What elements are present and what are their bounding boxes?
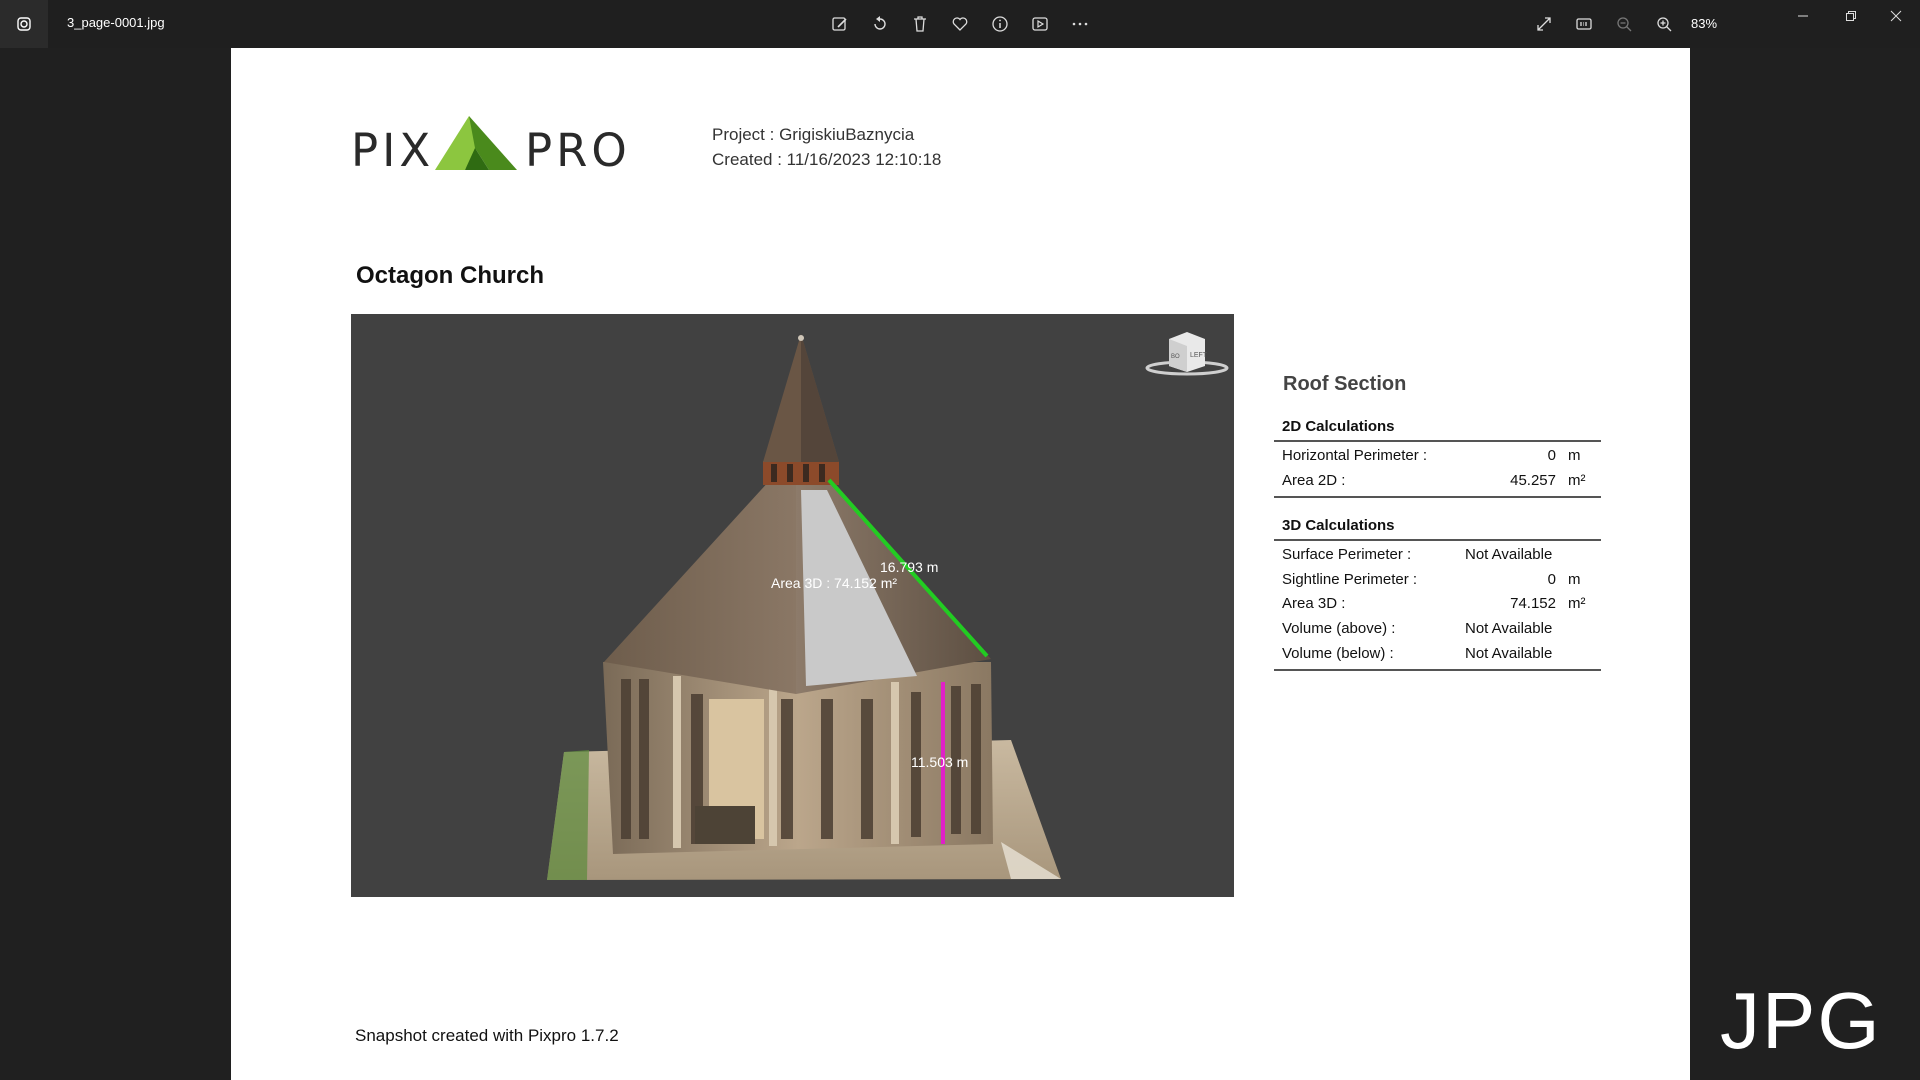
divider [1274, 440, 1601, 442]
close-button[interactable] [1876, 6, 1916, 26]
file-name: 3_page-0001.jpg [67, 15, 165, 30]
photos-app-icon [17, 17, 31, 31]
row-sightline-perimeter: Sightline Perimeter : 0 m [1282, 571, 1581, 588]
row-area-3d: Area 3D : 74.152 m² [1282, 595, 1586, 612]
church-model-image: 16.793 m Area 3D : 74.152 m² 11.503 m LE… [547, 332, 1229, 880]
edit-image-button[interactable] [824, 8, 856, 40]
full-screen-button[interactable] [1528, 8, 1560, 40]
zoom-out-button[interactable] [1608, 8, 1640, 40]
zoom-out-icon [1617, 17, 1632, 32]
favorite-icon [952, 17, 968, 31]
minimize-icon [1798, 15, 1808, 17]
delete-button[interactable] [904, 8, 936, 40]
pixpro-logo: PIX PRO [351, 110, 627, 177]
more-icon [1072, 22, 1088, 26]
format-badge: JPG [1720, 976, 1882, 1065]
divider [1274, 669, 1601, 671]
row-surface-perimeter: Surface Perimeter : Not Available [1282, 546, 1553, 563]
edit-image-icon [832, 17, 847, 31]
full-screen-icon [1537, 17, 1551, 31]
panel-title: Roof Section [1283, 373, 1407, 395]
info-icon [992, 16, 1008, 32]
slideshow-icon [1032, 17, 1048, 31]
divider [1274, 496, 1601, 498]
favorite-button[interactable] [944, 8, 976, 40]
page-title: Octagon Church [356, 262, 545, 289]
cube-face-left: LEFT [1190, 352, 1208, 359]
rotate-button[interactable] [864, 8, 896, 40]
edge-length-label: 16.793 m [880, 559, 938, 575]
zoom-level[interactable]: 83% [1691, 16, 1717, 31]
restore-icon [1846, 11, 1856, 21]
row-horizontal-perimeter: Horizontal Perimeter : 0 m [1282, 447, 1581, 464]
minimize-button[interactable] [1783, 6, 1823, 26]
document-page: PIX PRO Project : GrigiskiuBaznycia Crea… [231, 48, 1690, 1080]
area-3d-label: Area 3D : 74.152 m² [771, 575, 897, 591]
close-icon [1890, 10, 1902, 22]
model-snapshot: 16.793 m Area 3D : 74.152 m² 11.503 m LE… [351, 314, 1234, 897]
app-icon-button[interactable] [0, 0, 48, 48]
height-label: 11.503 m [911, 754, 968, 770]
delete-icon [914, 16, 926, 32]
snapshot-footer: Snapshot created with Pixpro 1.7.2 [355, 1026, 619, 1045]
actual-size-icon [1576, 18, 1592, 30]
section-3d-title: 3D Calculations [1282, 517, 1395, 534]
logo-text-right: PRO [525, 124, 631, 177]
slideshow-button[interactable] [1024, 8, 1056, 40]
restore-button[interactable] [1831, 6, 1871, 26]
project-name: Project : GrigiskiuBaznycia [712, 125, 915, 144]
row-area-2d: Area 2D : 45.257 m² [1282, 472, 1586, 489]
row-volume-above: Volume (above) : Not Available [1282, 620, 1553, 637]
project-meta: Project : GrigiskiuBaznycia Created : 11… [712, 122, 941, 172]
cube-face-bottom: BO [1171, 354, 1180, 360]
row-volume-below: Volume (below) : Not Available [1282, 645, 1553, 662]
created-date: Created : 11/16/2023 12:10:18 [712, 150, 942, 169]
section-2d-title: 2D Calculations [1282, 418, 1395, 435]
logo-mountain-icon [435, 116, 517, 170]
view-cube: LEFT BO [1145, 332, 1229, 376]
divider [1274, 539, 1601, 541]
title-bar: 3_page-0001.jpg 83% [0, 0, 1920, 48]
zoom-in-icon [1657, 17, 1672, 32]
more-options-button[interactable] [1064, 8, 1096, 40]
rotate-icon [874, 16, 886, 30]
logo-text-left: PIX [351, 124, 435, 177]
info-button[interactable] [984, 8, 1016, 40]
actual-size-button[interactable] [1568, 8, 1600, 40]
zoom-in-button[interactable] [1648, 8, 1680, 40]
